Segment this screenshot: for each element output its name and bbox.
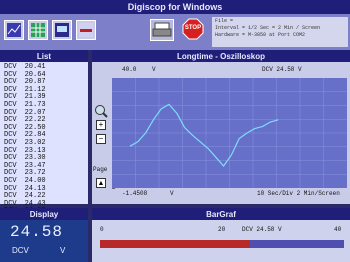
print-button[interactable] <box>150 19 174 41</box>
arrow-up-icon: ▲ <box>97 180 105 187</box>
info-interval: Interval = 1/2 Sec = 2 Min / Screen <box>215 25 321 31</box>
bargraf-title: BarGraf <box>206 209 236 219</box>
display-caption: Display <box>0 208 88 220</box>
graph-readout: DCV 24.58 V <box>262 66 302 73</box>
zoom-in-button[interactable]: + <box>96 120 106 130</box>
plot-area <box>112 78 347 188</box>
timebase-label: 10 Sec/Div 2 Min/Screen <box>257 190 340 197</box>
magnifier-icon <box>95 105 108 118</box>
display-volt-unit: V <box>60 246 66 255</box>
minus-icon: − <box>98 134 104 143</box>
page-label: Page <box>93 166 108 173</box>
oscilloscope-panel: 40.0 V DCV 24.58 V + − Page ▲ 2 -1.4508 … <box>92 62 350 204</box>
scale-end: 40 <box>334 226 342 233</box>
y-top-unit: V <box>152 66 156 73</box>
y-top-value: 40.0 <box>122 66 137 73</box>
digital-display: 24.58 DCV V <box>0 220 88 262</box>
measurement-list: DCV 20.41 DCV 20.64 DCV 20.87 DCV 21.12 DCV 21.39… <box>0 62 88 215</box>
graph-icon <box>7 23 21 37</box>
zoom-out-button[interactable]: − <box>96 134 106 144</box>
display-value: 24.58 <box>10 223 64 241</box>
bar-readout: DCV 24.58 V <box>242 226 282 233</box>
bar-track <box>100 240 344 248</box>
scale-start: 0 <box>100 226 104 233</box>
plus-icon: + <box>98 120 104 129</box>
toolbar: STOP File = Interval = 1/2 Sec = 2 Min /… <box>0 14 350 50</box>
signal-trace <box>129 103 279 167</box>
y-bottom-unit: V <box>170 190 174 197</box>
grid-icon <box>31 23 45 37</box>
title-bar: Digiscop for Windows <box>0 0 350 14</box>
graph-caption: Longtime - Oszilloskop <box>92 50 350 62</box>
page-up-button[interactable]: ▲ <box>96 178 106 188</box>
list-title: List <box>36 51 52 61</box>
stop-button[interactable]: STOP <box>182 18 204 40</box>
app-title: Digiscop for Windows <box>127 2 223 12</box>
scale-mid: 20 <box>218 226 226 233</box>
graph-title: Longtime - Oszilloskop <box>176 51 265 61</box>
zoom-button[interactable] <box>94 104 108 118</box>
display-unit: DCV <box>12 246 29 255</box>
info-file: File = <box>215 18 234 24</box>
list-caption: List <box>0 50 88 62</box>
info-box: File = Interval = 1/2 Sec = 2 Min / Scre… <box>212 17 348 47</box>
printer-icon <box>152 22 172 37</box>
list-view-button[interactable] <box>28 20 48 40</box>
y-bottom-value: -1.4508 <box>122 190 148 197</box>
meter-icon <box>55 23 69 37</box>
bargraf-caption: BarGraf <box>92 208 350 220</box>
trace-chart <box>112 78 347 188</box>
display-view-button[interactable] <box>52 20 72 40</box>
bargraph-view-button[interactable] <box>76 20 96 40</box>
bargraf-panel: 0 20 DCV 24.58 V 40 <box>92 220 350 262</box>
info-hardware: Hardware = M-3850 at Port COM2 <box>215 32 306 38</box>
bargraph-icon <box>79 23 93 37</box>
bar-fill <box>100 240 250 248</box>
stop-label: STOP <box>184 25 202 31</box>
display-title: Display <box>29 209 59 219</box>
graph-view-button[interactable] <box>4 20 24 40</box>
